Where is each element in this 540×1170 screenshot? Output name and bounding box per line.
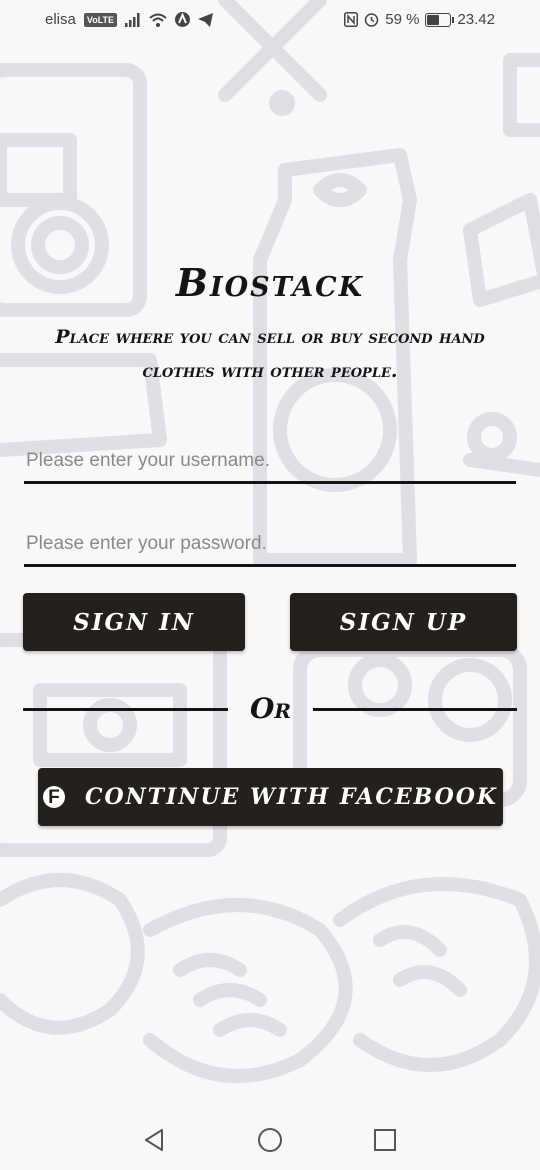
app-title: Biostack bbox=[175, 260, 365, 305]
continue-with-facebook-button[interactable]: f Continue with Facebook bbox=[38, 768, 503, 826]
clock: 23.42 bbox=[457, 11, 495, 28]
status-right: 59 % 23.42 bbox=[344, 11, 495, 28]
telegram-icon bbox=[198, 12, 214, 27]
back-icon[interactable] bbox=[140, 1125, 170, 1155]
nav-app-icon bbox=[175, 12, 191, 27]
recent-apps-icon[interactable] bbox=[370, 1125, 400, 1155]
status-bar: elisa VoLTE 59 % 23.42 bbox=[0, 0, 540, 40]
navigation-bar bbox=[0, 1110, 540, 1170]
or-label: Or bbox=[249, 692, 291, 725]
app-subtitle: Place where you can sell or buy second h… bbox=[55, 326, 485, 382]
alarm-icon bbox=[365, 13, 379, 27]
password-input[interactable] bbox=[24, 523, 516, 567]
home-icon[interactable] bbox=[255, 1125, 285, 1155]
facebook-button-label: Continue with Facebook bbox=[84, 784, 499, 810]
signal-icon bbox=[125, 12, 140, 27]
sign-in-button[interactable]: Sign In bbox=[23, 593, 245, 651]
carrier-label: elisa bbox=[45, 11, 76, 28]
username-input[interactable] bbox=[24, 440, 516, 484]
or-divider-left bbox=[23, 708, 228, 711]
or-divider-right bbox=[313, 708, 517, 711]
battery-fill bbox=[427, 14, 440, 25]
battery-icon bbox=[425, 12, 455, 27]
status-left: elisa VoLTE bbox=[45, 11, 214, 28]
wifi-icon bbox=[149, 13, 167, 27]
nfc-icon bbox=[344, 12, 359, 27]
battery-percent: 59 % bbox=[385, 11, 420, 28]
volte-badge: VoLTE bbox=[83, 12, 118, 27]
facebook-icon: f bbox=[42, 786, 65, 808]
sign-up-button[interactable]: Sign Up bbox=[290, 593, 517, 651]
